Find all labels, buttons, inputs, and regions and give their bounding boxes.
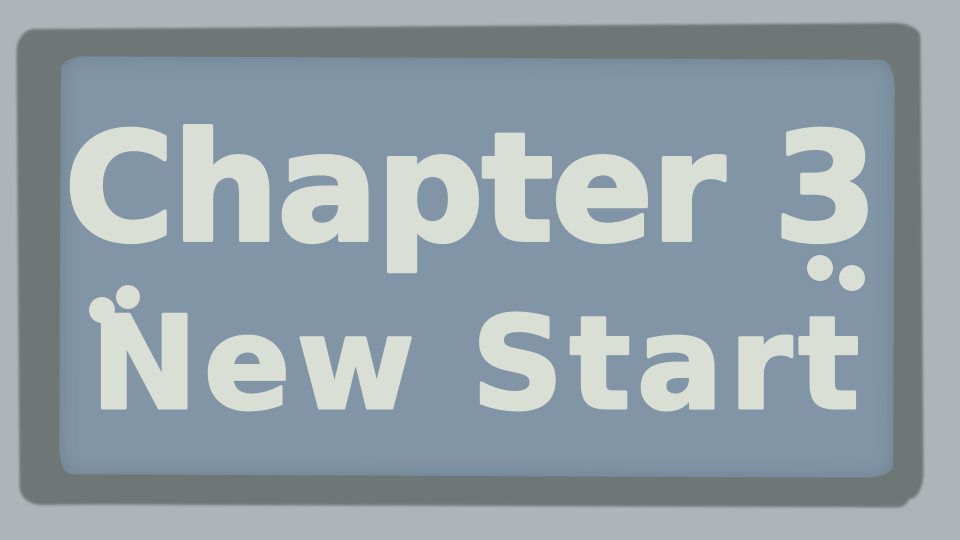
title-card-text-layer: Chapter 3 New Start	[62, 100, 879, 441]
chapter-subtitle: New Start	[91, 290, 866, 439]
chapter-title-screen: Chapter 3 New Start	[0, 0, 960, 540]
chapter-label: Chapter 3	[64, 102, 875, 276]
